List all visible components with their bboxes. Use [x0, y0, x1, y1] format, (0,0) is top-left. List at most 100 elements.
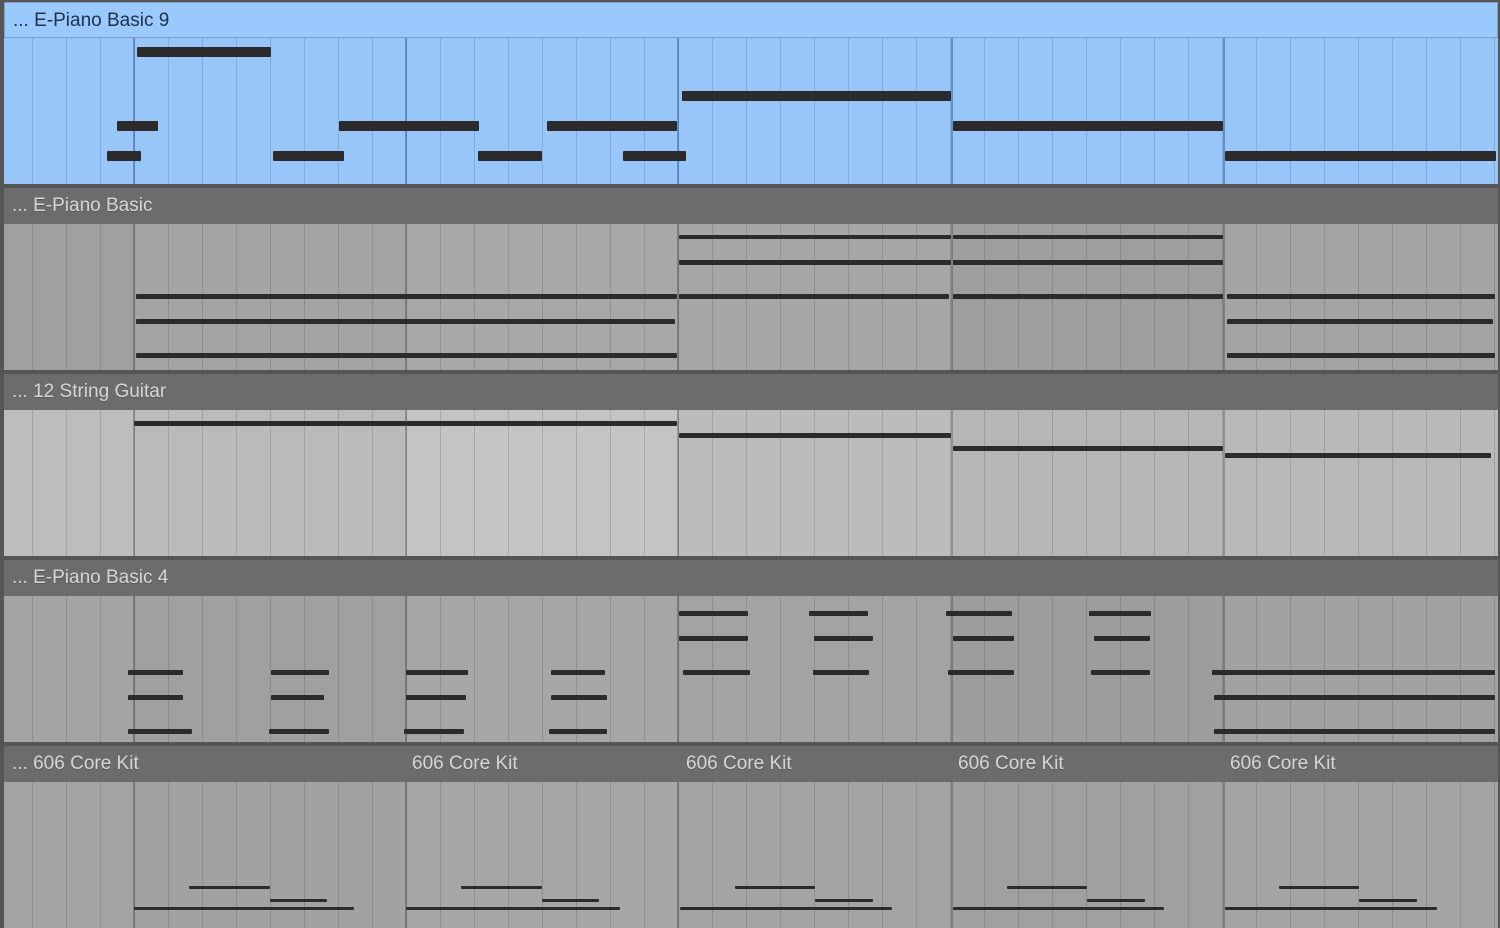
midi-note[interactable] — [271, 669, 329, 675]
midi-note[interactable] — [551, 694, 607, 700]
midi-note[interactable] — [815, 898, 873, 902]
clip-header[interactable]: ... E-Piano Basic — [4, 188, 1498, 224]
midi-note[interactable] — [623, 151, 686, 161]
midi-note[interactable] — [542, 898, 599, 902]
midi-clip[interactable] — [4, 596, 1498, 742]
midi-note[interactable] — [461, 885, 542, 889]
midi-note[interactable] — [1279, 885, 1359, 889]
midi-note[interactable] — [117, 121, 158, 131]
midi-note[interactable] — [809, 610, 868, 616]
beat-gridline — [1426, 38, 1427, 184]
midi-clip[interactable] — [4, 224, 1498, 370]
midi-note[interactable] — [134, 420, 406, 426]
midi-note[interactable] — [406, 694, 466, 700]
midi-note[interactable] — [547, 121, 677, 131]
midi-note[interactable] — [1225, 452, 1491, 458]
midi-note[interactable] — [1091, 669, 1150, 675]
midi-note[interactable] — [1225, 151, 1496, 161]
clip-header[interactable]: ... 606 Core Kit 606 Core Kit 606 Core K… — [4, 746, 1498, 782]
midi-note[interactable] — [680, 906, 892, 910]
midi-note[interactable] — [683, 669, 750, 675]
clip-name: ... E-Piano Basic 9 — [13, 10, 170, 31]
midi-note[interactable] — [136, 293, 677, 299]
midi-note[interactable] — [128, 694, 183, 700]
midi-note[interactable] — [1212, 669, 1495, 675]
midi-clip[interactable] — [4, 410, 1498, 556]
clip-header[interactable]: ... 12 String Guitar — [4, 374, 1498, 410]
midi-note[interactable] — [682, 91, 951, 101]
midi-note[interactable] — [946, 610, 1012, 616]
midi-note[interactable] — [679, 235, 951, 239]
track-e-piano-basic-4[interactable]: ... E-Piano Basic 4 — [0, 560, 1500, 742]
midi-note[interactable] — [404, 728, 464, 734]
midi-note[interactable] — [1087, 898, 1145, 902]
clip-header[interactable]: ... E-Piano Basic 4 — [4, 560, 1498, 596]
midi-note[interactable] — [107, 151, 141, 161]
midi-note[interactable] — [478, 151, 542, 161]
beat-gridline — [270, 38, 271, 184]
midi-note[interactable] — [679, 293, 949, 299]
midi-note[interactable] — [1089, 610, 1151, 616]
midi-note[interactable] — [1225, 906, 1437, 910]
midi-note[interactable] — [406, 420, 677, 426]
midi-note[interactable] — [953, 293, 1223, 299]
midi-note[interactable] — [1227, 293, 1495, 299]
midi-note[interactable] — [1359, 898, 1417, 902]
midi-note[interactable] — [549, 728, 607, 734]
midi-note[interactable] — [735, 885, 815, 889]
midi-note[interactable] — [270, 898, 327, 902]
midi-note[interactable] — [1094, 635, 1150, 641]
midi-note[interactable] — [953, 906, 1164, 910]
midi-note[interactable] — [953, 235, 1223, 239]
midi-note[interactable] — [1007, 885, 1087, 889]
beat-gridline — [1426, 410, 1427, 556]
clip-name: ... 606 Core Kit — [12, 753, 139, 774]
beat-gridline — [746, 410, 747, 556]
midi-clip[interactable] — [4, 38, 1498, 184]
beat-gridline — [542, 596, 543, 742]
midi-note[interactable] — [679, 259, 951, 265]
track-606-core-kit[interactable]: ... 606 Core Kit 606 Core Kit 606 Core K… — [0, 746, 1500, 928]
midi-note[interactable] — [271, 694, 324, 700]
midi-note[interactable] — [551, 669, 605, 675]
beat-gridline — [746, 38, 747, 184]
midi-note[interactable] — [1214, 694, 1495, 700]
beat-gridline — [712, 410, 713, 556]
midi-note[interactable] — [953, 445, 1223, 451]
midi-note[interactable] — [813, 669, 869, 675]
midi-note[interactable] — [953, 635, 1014, 641]
midi-note[interactable] — [137, 47, 271, 57]
midi-note[interactable] — [679, 432, 951, 438]
midi-note[interactable] — [128, 669, 183, 675]
midi-note[interactable] — [948, 669, 1014, 675]
midi-clip[interactable] — [4, 782, 1498, 928]
midi-note[interactable] — [953, 121, 1223, 131]
beat-gridline — [1154, 410, 1155, 556]
track-e-piano-basic[interactable]: ... E-Piano Basic — [0, 188, 1500, 370]
track-12-string-guitar[interactable]: ... 12 String Guitar — [0, 374, 1500, 556]
midi-note[interactable] — [128, 728, 192, 734]
midi-note[interactable] — [1214, 728, 1495, 734]
midi-note[interactable] — [679, 610, 748, 616]
beat-gridline — [66, 38, 67, 184]
midi-note[interactable] — [136, 352, 677, 358]
midi-note[interactable] — [189, 885, 270, 889]
midi-note[interactable] — [406, 669, 468, 675]
midi-note[interactable] — [269, 728, 329, 734]
midi-note[interactable] — [1227, 318, 1493, 324]
midi-note[interactable] — [679, 635, 748, 641]
midi-note[interactable] — [814, 635, 873, 641]
clip-header[interactable]: ... E-Piano Basic 9 — [4, 2, 1498, 38]
clip-name: 606 Core Kit — [1230, 753, 1336, 774]
beat-gridline — [1086, 410, 1087, 556]
midi-note[interactable] — [953, 259, 1223, 265]
midi-note[interactable] — [273, 151, 344, 161]
midi-note[interactable] — [339, 121, 479, 131]
midi-note[interactable] — [1227, 352, 1495, 358]
bar-region — [4, 410, 134, 556]
beat-gridline — [1120, 38, 1121, 184]
midi-note[interactable] — [136, 318, 675, 324]
midi-note[interactable] — [134, 906, 354, 910]
track-e-piano-basic-9[interactable]: ... E-Piano Basic 9 — [0, 2, 1500, 184]
midi-note[interactable] — [406, 906, 620, 910]
